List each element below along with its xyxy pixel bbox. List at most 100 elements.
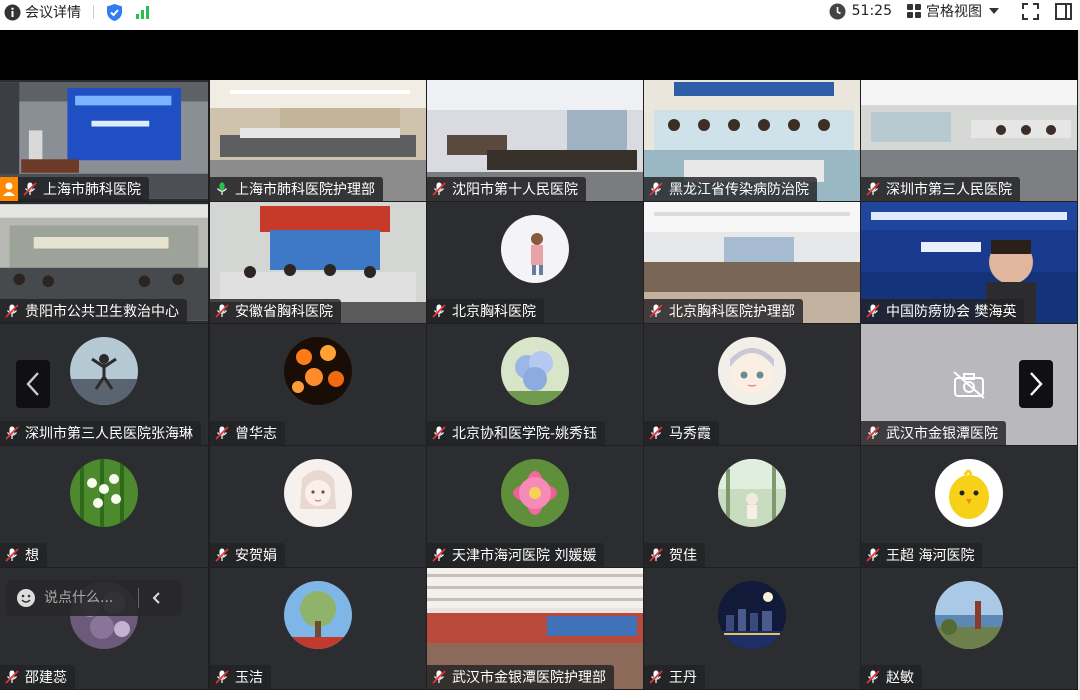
participant-name: 上海市肺科医院 [43,182,141,198]
participant-name-tag: 安贺娟 [210,543,285,567]
participant-tile[interactable]: 深圳市第三人民医院 [861,80,1077,201]
header-spacer [0,30,1078,80]
participant-tile[interactable]: 赵敏 [861,568,1077,689]
participant-name: 赵敏 [886,670,914,686]
mic-muted-icon [431,547,452,563]
participant-tile[interactable]: 上海市肺科医院 [0,80,208,201]
participant-name: 北京胸科医院护理部 [669,304,795,320]
chat-bar [6,580,182,616]
next-page-button[interactable] [1019,360,1053,408]
participant-name-tag: 北京协和医学院-姚秀钰 [427,421,606,445]
participant-tile[interactable]: 安贺娟 [210,446,426,567]
grid-view-icon[interactable] [906,3,922,19]
chevron-right-icon [1029,371,1043,397]
participant-tile[interactable]: 曾华志 [210,324,426,445]
participant-name: 玉洁 [235,670,263,686]
mic-muted-icon [214,547,235,563]
participant-tile[interactable]: 北京胸科医院 [427,202,643,323]
participant-tile[interactable]: 贺佳 [644,446,860,567]
sidebar-toggle-icon[interactable] [1055,2,1072,20]
meeting-details-button[interactable]: 会议详情 [25,2,81,22]
participant-name: 武汉市金银潭医院护理部 [452,670,606,686]
mic-muted-icon [431,669,452,685]
participant-tile[interactable]: 上海市肺科医院护理部 [210,80,426,201]
info-icon[interactable] [4,4,21,21]
participant-name-tag: 王丹 [644,665,705,689]
participant-name-tag: 赵敏 [861,665,922,689]
chevron-left-icon [26,371,40,397]
participant-name-tag: 深圳市第三人民医院张海琳 [0,421,201,445]
shield-icon[interactable] [106,3,123,22]
participant-name: 贵阳市公共卫生救治中心 [25,304,179,320]
participant-tile[interactable]: 武汉市金银潭医院护理部 [427,568,643,689]
participant-avatar [718,337,786,405]
view-mode-selector[interactable]: 宫格视图 [926,1,982,21]
participant-tile[interactable]: 中国防痨协会 樊海英 [861,202,1077,323]
participant-name: 黑龙江省传染病防治院 [669,182,809,198]
participant-avatar [284,337,352,405]
participant-name: 武汉市金银潭医院 [886,426,998,442]
mic-muted-icon [648,303,669,319]
participant-avatar [718,581,786,649]
participant-name-tag: 黑龙江省传染病防治院 [644,177,817,201]
mic-muted-icon [865,547,886,563]
chat-input[interactable] [44,587,134,609]
participant-name-tag: 贺佳 [644,543,705,567]
mic-muted-icon [4,669,25,685]
participant-tile[interactable]: 北京协和医学院-姚秀钰 [427,324,643,445]
participant-name: 北京协和医学院-姚秀钰 [452,426,598,442]
participant-name: 中国防痨协会 樊海英 [886,304,1017,320]
meeting-toolbar: 会议详情 51:25 宫格视图 [0,0,1080,24]
mic-muted-icon [214,303,235,319]
participant-tile[interactable]: 黑龙江省传染病防治院 [644,80,860,201]
participant-name-tag: 中国防痨协会 樊海英 [861,299,1025,323]
chevron-down-icon[interactable] [988,7,1000,15]
person-icon [0,177,18,201]
mic-muted-icon [648,547,669,563]
bottom-edge [0,690,1080,700]
participant-tile[interactable]: 沈阳市第十人民医院 [427,80,643,201]
participant-name-tag: 武汉市金银潭医院 [861,421,1006,445]
participant-avatar [70,337,138,405]
participant-name: 王超 海河医院 [886,548,975,564]
participant-tile[interactable]: 安徽省胸科医院 [210,202,426,323]
participant-name-tag: 深圳市第三人民医院 [861,177,1020,201]
fullscreen-icon[interactable] [1022,2,1039,20]
participant-avatar [935,459,1003,527]
participant-name: 沈阳市第十人民医院 [452,182,578,198]
participant-name-tag: 上海市肺科医院护理部 [210,177,383,201]
participant-avatar [501,459,569,527]
participant-tile[interactable]: 天津市海河医院 刘媛媛 [427,446,643,567]
participant-avatar [718,459,786,527]
participant-tile[interactable]: 王丹 [644,568,860,689]
participant-tile[interactable]: 想 [0,446,208,567]
participant-name-tag: 安徽省胸科医院 [210,299,341,323]
participant-tile[interactable]: 王超 海河医院 [861,446,1077,567]
participant-name-tag: 北京胸科医院 [427,299,544,323]
participant-name: 安贺娟 [235,548,277,564]
collapse-chat-icon[interactable] [151,591,161,605]
signal-icon[interactable] [135,4,151,20]
participant-name: 深圳市第三人民医院 [886,182,1012,198]
previous-page-button[interactable] [16,360,50,408]
participant-name-tag: 想 [0,543,47,567]
chat-divider [138,588,139,608]
participant-tile[interactable]: 贵阳市公共卫生救治中心 [0,202,208,323]
participant-name: 天津市海河医院 刘媛媛 [452,548,597,564]
meeting-timer: 51:25 [851,3,892,19]
mic-muted-icon [4,425,25,441]
participant-name: 贺佳 [669,548,697,564]
participant-tile[interactable]: 北京胸科医院护理部 [644,202,860,323]
toolbar-left: 会议详情 [4,2,151,22]
participant-tile[interactable]: 马秀霞 [644,324,860,445]
mic-muted-icon [865,425,886,441]
emoji-icon[interactable] [16,588,36,608]
participant-avatar [284,459,352,527]
participant-name-tag: 沈阳市第十人民医院 [427,177,586,201]
mic-muted-icon [865,303,886,319]
participant-tile[interactable]: 玉洁 [210,568,426,689]
participant-name: 邵建蕊 [25,670,67,686]
participant-avatar [935,581,1003,649]
participant-name: 深圳市第三人民医院张海琳 [25,426,193,442]
mic-muted-icon [648,425,669,441]
